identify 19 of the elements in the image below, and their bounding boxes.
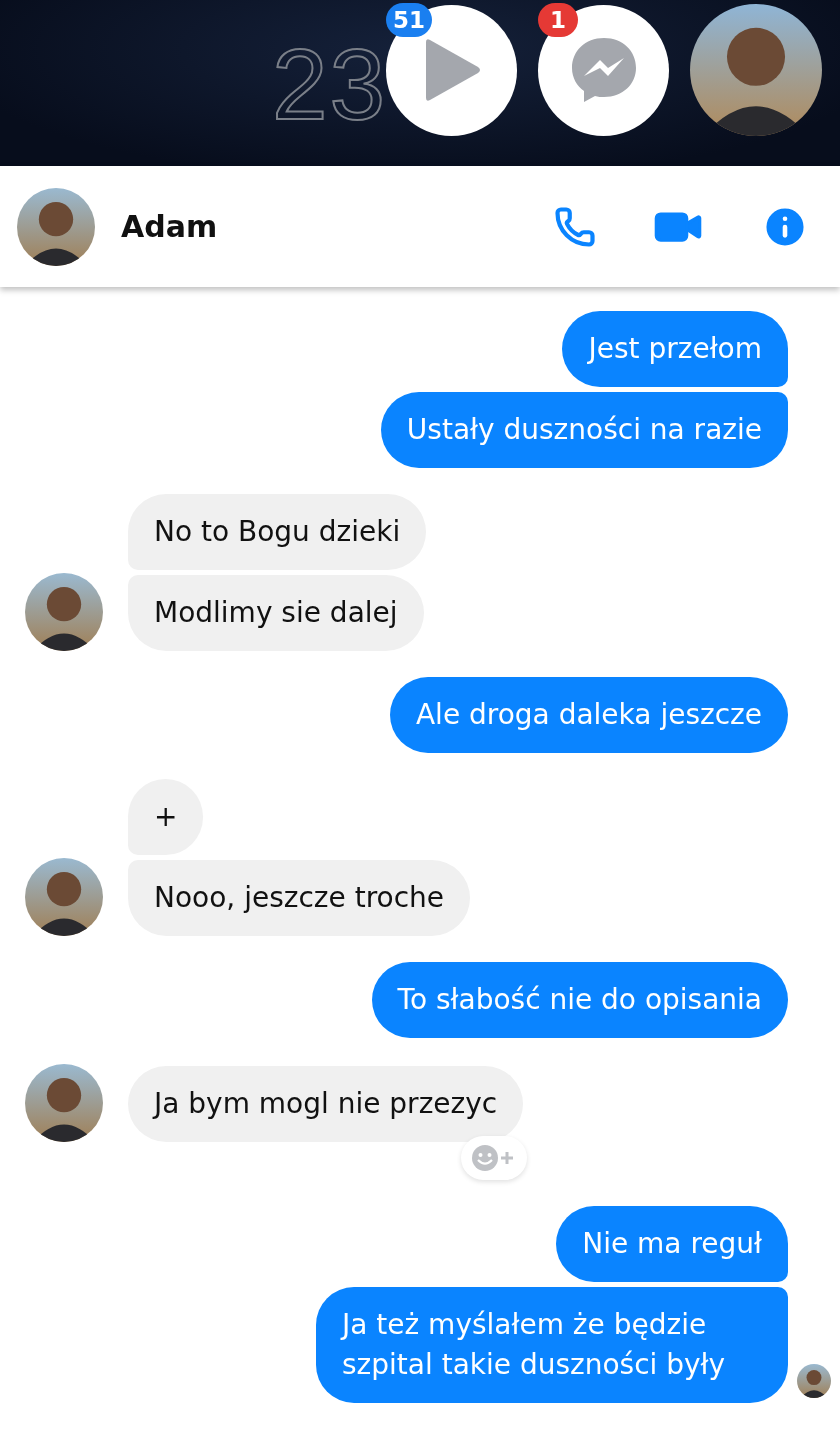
- message-bubble: Ja bym mogl nie przezyc: [128, 1066, 524, 1142]
- message-bubble: Jest przełom: [562, 311, 788, 387]
- message-bubble: Modlimy sie dalej: [128, 575, 424, 651]
- message-bubble: No to Bogu dzieki: [128, 494, 427, 570]
- clock: 23: [272, 34, 388, 134]
- notification-badge: 51: [386, 2, 432, 37]
- message-bubble: Ustały duszności na razie: [380, 392, 788, 468]
- chat-head[interactable]: 1: [538, 4, 669, 136]
- message-bubble: Nooo, jeszcze troche: [128, 860, 471, 936]
- message-bubble: +: [128, 779, 204, 855]
- message-bubble: To słabość nie do opisania: [371, 962, 788, 1038]
- message-bubble: Ja też myślałem że będzie szpital takie duszności były: [316, 1287, 788, 1403]
- phone-icon[interactable]: [554, 205, 596, 248]
- message-bubble: Nie ma reguł: [556, 1206, 788, 1282]
- notification-badge: 1: [538, 2, 578, 37]
- messenger-icon: [569, 36, 638, 104]
- contact-name: Adam: [121, 209, 219, 244]
- chat-head[interactable]: 51: [386, 4, 517, 136]
- message-bubble: Ale droga daleka jeszcze: [389, 677, 788, 753]
